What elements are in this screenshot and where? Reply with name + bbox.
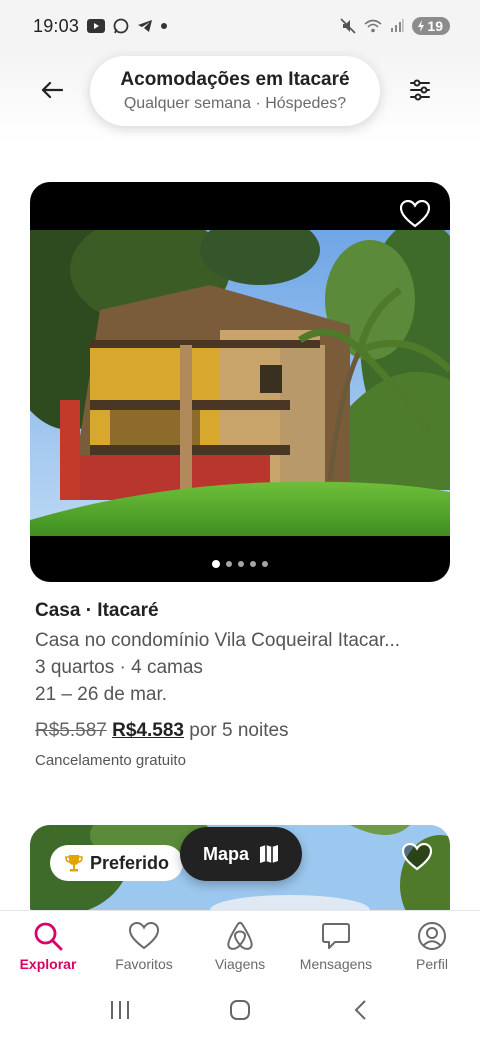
listing-dates: 21 – 26 de mar.	[35, 684, 168, 705]
nav-label: Perfil	[416, 956, 448, 972]
search-icon	[32, 920, 64, 952]
listing-type-location: Casa · Itacaré	[35, 600, 159, 621]
listing-card-info[interactable]: Casa · Itacaré Casa no condomínio Vila C…	[35, 600, 455, 769]
recent-apps-button[interactable]	[100, 990, 140, 1030]
search-details: Qualquer semana · Hóspedes?	[123, 95, 347, 112]
whatsapp-icon	[113, 18, 129, 34]
recent-apps-icon	[111, 1001, 129, 1019]
bottom-navigation: Explorar Favoritos Viagens Mensagens Per…	[0, 910, 480, 980]
nav-label: Viagens	[214, 956, 266, 972]
nav-wishlists[interactable]: Favoritos	[96, 911, 192, 980]
trophy-icon	[65, 855, 83, 872]
youtube-icon	[87, 19, 106, 33]
message-icon	[320, 920, 352, 952]
carousel-dots	[30, 560, 450, 568]
status-time: 19:03	[33, 15, 80, 36]
heart-icon[interactable]	[400, 200, 430, 228]
nav-messages[interactable]: Mensagens	[288, 911, 384, 980]
badge-label: Preferido	[90, 852, 170, 873]
search-location: Acomodações em Itacaré	[120, 69, 350, 90]
home-icon	[230, 1000, 250, 1020]
nav-profile[interactable]: Perfil	[384, 911, 480, 980]
carousel-dot	[238, 561, 244, 567]
nav-label: Mensagens	[299, 956, 373, 972]
notification-dot-icon	[161, 23, 168, 29]
carousel-dot	[212, 560, 220, 568]
filters-button[interactable]	[404, 74, 436, 106]
system-back-button[interactable]	[340, 990, 380, 1030]
map-button[interactable]: Mapa	[180, 827, 302, 881]
price-row: R$5.587 R$4.583 por 5 noites	[35, 720, 455, 742]
listing-rooms: 3 quartos · 4 camas	[35, 657, 203, 678]
heart-icon	[128, 920, 160, 952]
telegram-icon	[137, 19, 153, 33]
heart-icon[interactable]	[402, 843, 432, 871]
original-price: R$5.587	[35, 720, 107, 741]
listing-name: Casa no condomínio Vila Coqueiral Itacar…	[35, 630, 401, 651]
carousel-dot	[250, 561, 256, 567]
wifi-icon	[364, 19, 382, 33]
signal-icon	[390, 19, 405, 33]
home-button[interactable]	[220, 990, 260, 1030]
system-navigation-bar	[0, 980, 480, 1040]
battery-level: 19	[427, 18, 443, 34]
nav-explore[interactable]: Explorar	[0, 911, 96, 980]
discounted-price[interactable]: R$4.583	[112, 720, 184, 741]
chevron-left-icon	[354, 1000, 366, 1020]
listing-photo	[30, 230, 450, 536]
guest-favorite-badge: Preferido	[50, 845, 184, 881]
listing-photo-carousel[interactable]	[30, 182, 450, 582]
status-bar: 19:03 19	[0, 0, 480, 52]
cancellation-note: Cancelamento gratuito	[35, 752, 186, 769]
nav-trips[interactable]: Viagens	[192, 911, 288, 980]
price-period: por 5 noites	[189, 720, 289, 741]
carousel-dot	[226, 561, 232, 567]
charging-icon	[418, 20, 425, 32]
airbnb-logo-icon	[224, 920, 256, 952]
profile-icon	[416, 920, 448, 952]
nav-label: Explorar	[19, 956, 77, 972]
arrow-left-icon	[41, 81, 63, 99]
map-button-label: Mapa	[202, 843, 249, 864]
mute-icon	[340, 18, 356, 34]
carousel-dot	[262, 561, 268, 567]
map-icon	[260, 845, 278, 863]
battery-indicator: 19	[412, 17, 450, 35]
filter-sliders-icon	[410, 79, 430, 101]
nav-label: Favoritos	[115, 956, 173, 972]
search-header: Acomodações em Itacaré Qualquer semana ·…	[0, 52, 480, 142]
search-summary-pill[interactable]: Acomodações em Itacaré Qualquer semana ·…	[90, 56, 380, 126]
back-button[interactable]	[36, 74, 68, 106]
